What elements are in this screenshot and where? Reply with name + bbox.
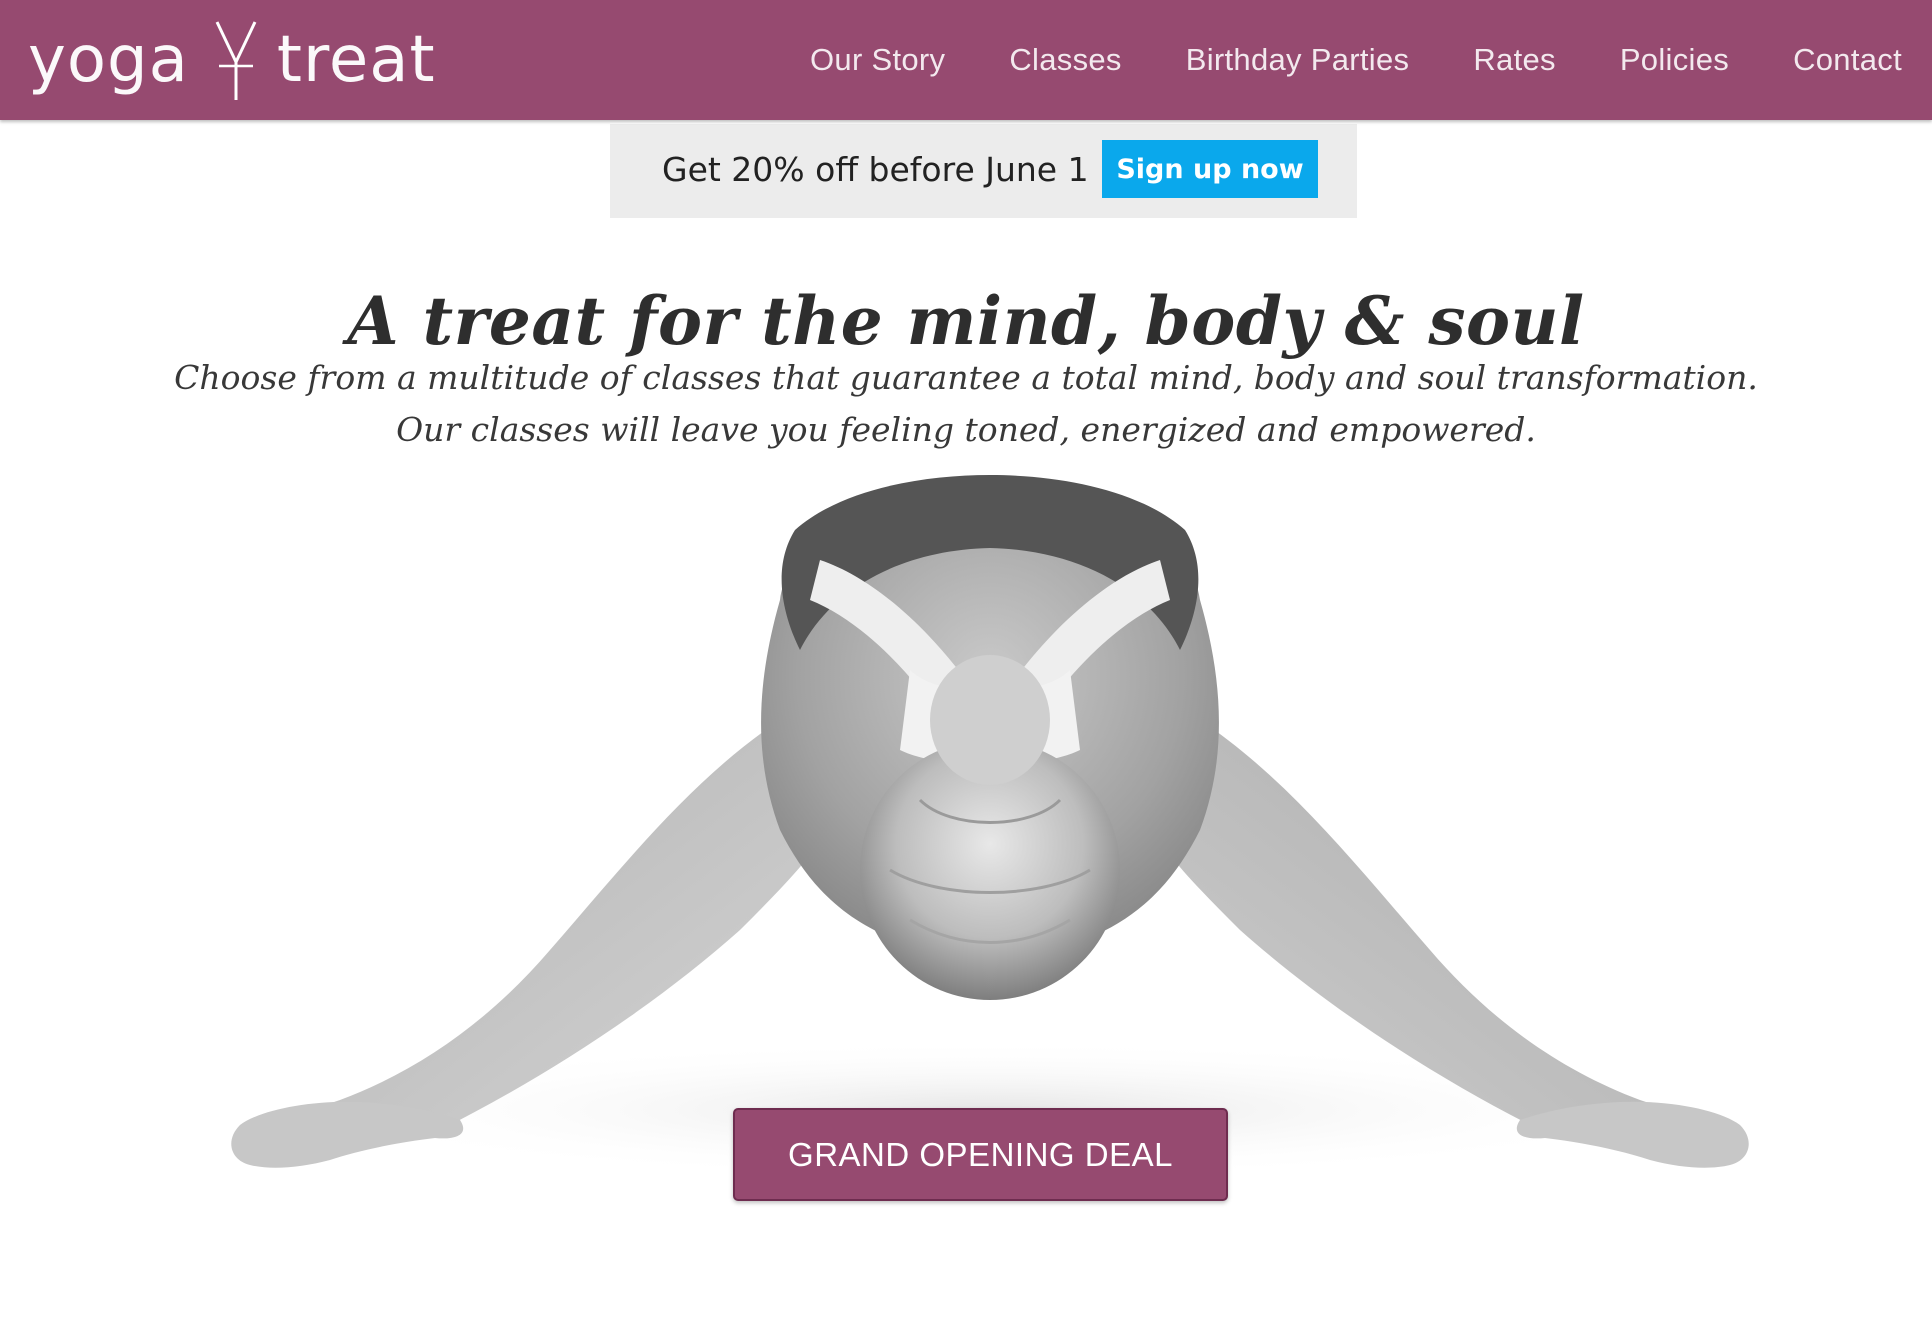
nav-classes[interactable]: Classes [1009,42,1121,78]
promo-text: Get 20% off before June 1 [662,150,1089,189]
hero-headline: A treat for the mind, body & soul [347,282,1585,361]
nav-policies[interactable]: Policies [1620,42,1729,78]
top-navbar: yoga treat Our Story Classes Birthday Pa… [0,0,1932,120]
woman-yoga-stretch-photo [231,475,1749,1180]
nav-birthday-parties[interactable]: Birthday Parties [1186,42,1410,78]
hero-subtext-line-2: Our classes will leave you feeling toned… [396,410,1536,449]
nav-our-story[interactable]: Our Story [810,42,945,78]
y-tree-mark-icon [215,21,257,100]
nav-rates[interactable]: Rates [1473,42,1555,78]
promo-banner: Get 20% off before June 1 Sign up now [610,124,1357,218]
main-nav: Our Story Classes Birthday Parties Rates… [746,0,1902,120]
sign-up-button[interactable]: Sign up now [1102,140,1318,198]
logo-text-yoga: yoga [28,23,189,97]
nav-contact[interactable]: Contact [1793,42,1902,78]
hero-subtext: Choose from a multitude of classes that … [0,352,1932,456]
logo-text-treat: treat [276,23,436,97]
site-logo[interactable]: yoga treat [28,18,436,102]
grand-opening-deal-button[interactable]: GRAND OPENING DEAL [733,1108,1228,1201]
hero-subtext-line-1: Choose from a multitude of classes that … [174,358,1758,397]
